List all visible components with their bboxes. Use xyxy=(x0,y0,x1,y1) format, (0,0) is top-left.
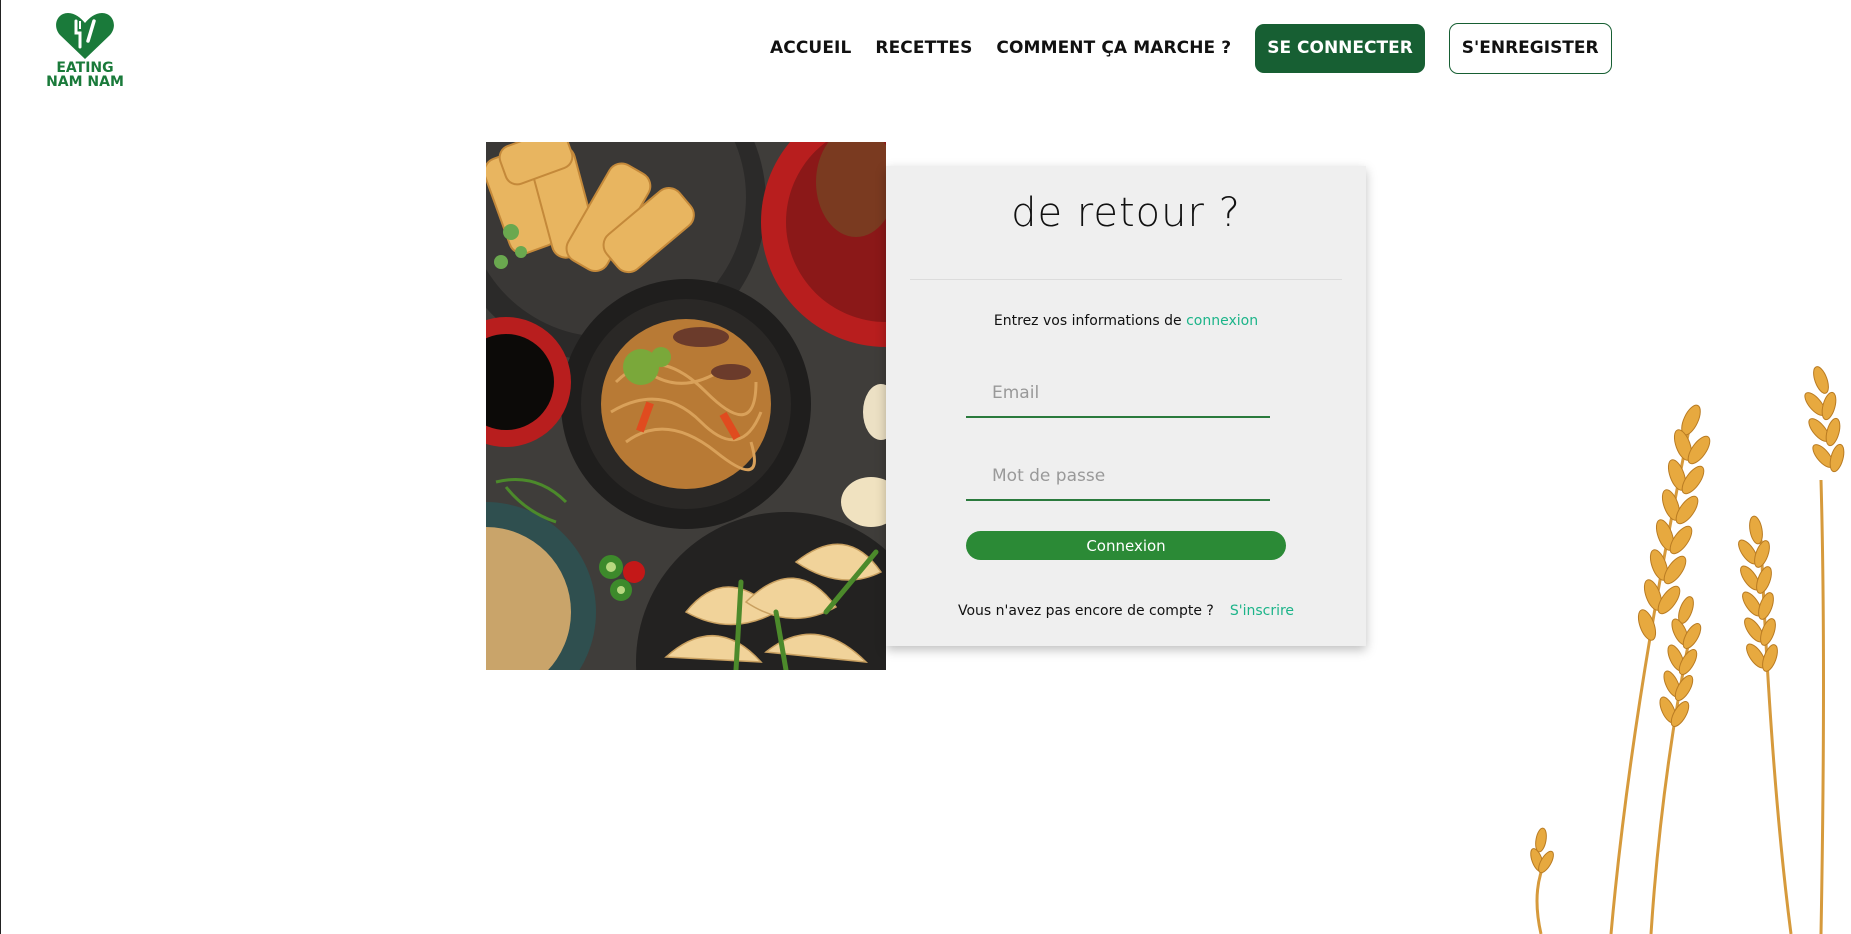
register-nav-button[interactable]: S'ENREGISTER xyxy=(1448,22,1612,74)
nav-how-it-works-link[interactable]: COMMENT ÇA MARCHE ? xyxy=(996,38,1231,58)
login-title: de retour ? xyxy=(1011,190,1241,236)
signup-link[interactable]: S'inscrire xyxy=(1230,603,1294,619)
intro-text: Entrez vos informations de xyxy=(993,313,1182,329)
email-field[interactable] xyxy=(966,370,1270,418)
title-divider xyxy=(910,279,1342,280)
login-intro: Entrez vos informations de connexion xyxy=(886,313,1366,329)
food-photo xyxy=(486,142,886,670)
left-edge-border xyxy=(0,0,1,934)
brand-logo[interactable]: EATING NAM NAM xyxy=(44,11,126,89)
password-field[interactable] xyxy=(966,453,1270,501)
nav-home-link[interactable]: ACCUEIL xyxy=(770,38,851,58)
no-account-text: Vous n'avez pas encore de compte ? xyxy=(957,603,1214,619)
login-nav-button[interactable]: SE CONNECTER xyxy=(1255,23,1425,73)
wheat-decoration xyxy=(1521,360,1851,934)
main-nav: ACCUEIL RECETTES COMMENT ÇA MARCHE ? SE … xyxy=(770,22,1612,74)
brand-name-line2: NAM NAM xyxy=(46,74,124,90)
brand-name-line1: EATING xyxy=(56,60,114,76)
login-card: de retour ? Entrez vos informations de c… xyxy=(886,166,1366,646)
intro-accent-text: connexion xyxy=(1186,313,1259,329)
submit-login-button[interactable]: Connexion xyxy=(966,531,1286,560)
signup-row: Vous n'avez pas encore de compte ? S'insc… xyxy=(886,603,1366,619)
heart-fork-knife-icon xyxy=(56,13,114,59)
nav-recipes-link[interactable]: RECETTES xyxy=(875,38,972,58)
